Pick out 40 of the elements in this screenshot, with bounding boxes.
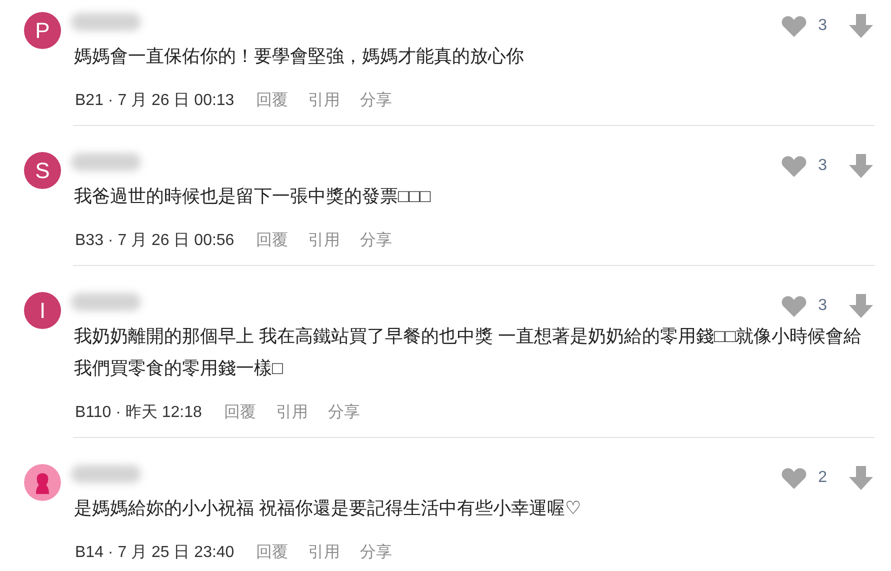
heart-icon[interactable] — [781, 294, 808, 318]
avatar: P — [24, 12, 61, 49]
action-link[interactable]: 分享 — [328, 402, 360, 422]
down-arrow-icon[interactable] — [849, 14, 873, 38]
action-link[interactable]: 引用 — [308, 230, 340, 250]
like-count: 3 — [818, 157, 827, 175]
down-arrow-icon[interactable] — [849, 154, 873, 178]
action-link[interactable]: 分享 — [360, 90, 392, 110]
action-link[interactable]: 引用 — [308, 90, 340, 110]
action-link[interactable]: 回覆 — [224, 402, 256, 422]
comment-text: 我奶奶離開的那個早上 我在高鐵站買了早餐的也中獎 一直想著是奶奶給的零用錢□□就像小時候會給我們買零食的零用錢一樣□ — [74, 325, 863, 380]
floor-timestamp: B21 · 7 月 26 日 00:13 — [75, 90, 234, 110]
down-arrow-icon[interactable] — [849, 466, 873, 490]
like-count: 3 — [818, 17, 827, 35]
heart-icon[interactable] — [781, 466, 808, 490]
action-link[interactable]: 分享 — [360, 230, 392, 250]
action-link[interactable]: 引用 — [276, 402, 308, 422]
floor-timestamp: B33 · 7 月 26 日 00:56 — [75, 230, 234, 250]
blurred-username — [71, 293, 141, 311]
action-link[interactable]: 回覆 — [256, 90, 288, 110]
comment-text: 是媽媽給妳的小小祝福 祝福你還是要記得生活中有些小幸運喔♡ — [74, 497, 582, 520]
blurred-username — [71, 153, 141, 171]
floor-timestamp: B14 · 7 月 25 日 23:40 — [75, 542, 234, 562]
like-count: 3 — [818, 297, 827, 315]
blurred-username — [71, 13, 141, 31]
comment-text: 媽媽會一直保佑你的！要學會堅強，媽媽才能真的放心你 — [74, 45, 525, 68]
down-arrow-icon[interactable] — [849, 294, 873, 318]
like-count: 2 — [818, 469, 827, 487]
avatar-silhouette-icon — [24, 464, 61, 501]
avatar: I — [24, 292, 61, 329]
heart-icon[interactable] — [781, 14, 808, 38]
heart-icon[interactable] — [781, 154, 808, 178]
floor-timestamp: B110 · 昨天 12:18 — [75, 402, 202, 422]
avatar: S — [24, 152, 61, 189]
action-link[interactable]: 分享 — [360, 542, 392, 562]
action-link[interactable]: 回覆 — [256, 230, 288, 250]
action-link[interactable]: 引用 — [308, 542, 340, 562]
action-link[interactable]: 回覆 — [256, 542, 288, 562]
blurred-username — [71, 465, 141, 483]
comment-text: 我爸過世的時候也是留下一張中獎的發票□□□ — [74, 185, 432, 208]
